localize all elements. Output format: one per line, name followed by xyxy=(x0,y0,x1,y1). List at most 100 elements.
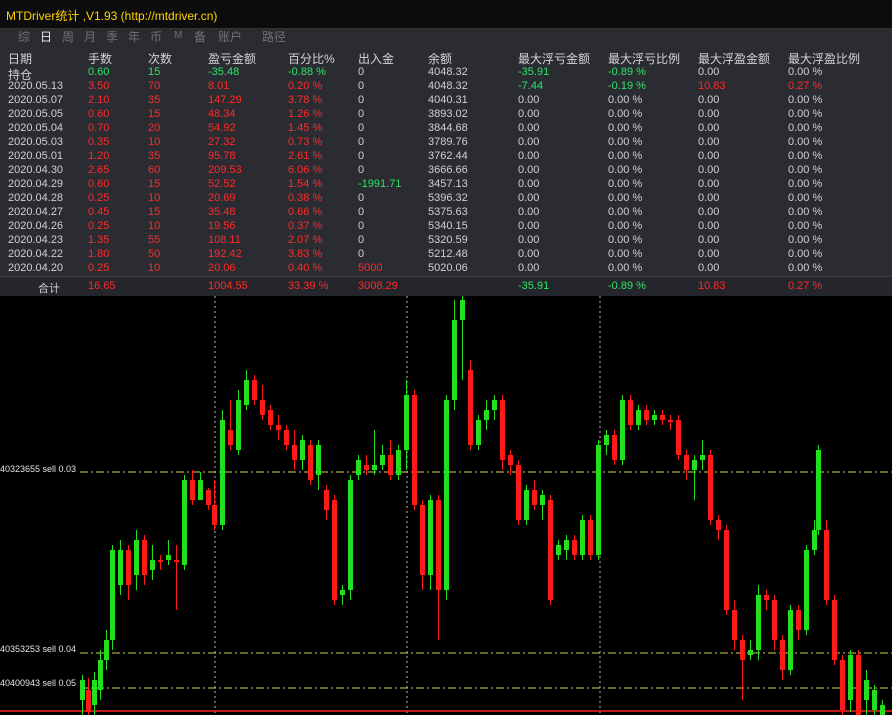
header-flow[interactable]: 出入金 xyxy=(358,50,394,67)
candle-body xyxy=(142,540,147,575)
candle-body xyxy=(86,690,91,712)
header-pct[interactable]: 百分比% xyxy=(288,50,335,67)
row-6-balance: 3762.44 xyxy=(428,150,468,162)
tab-6[interactable]: 币 xyxy=(150,28,162,45)
row-4-pct: 1.45 % xyxy=(288,122,323,134)
row-6-pct: 2.61 % xyxy=(288,150,323,162)
row-9-max-float-gain: 0.00 xyxy=(698,192,720,204)
row-0-max-float-loss-pct: -0.89 % xyxy=(608,66,646,78)
row-8-balance: 3457.13 xyxy=(428,178,468,190)
row-4-max-float-loss-pct: 0.00 % xyxy=(608,122,643,134)
row-11-pct: 0.37 % xyxy=(288,220,323,232)
header-pnl[interactable]: 盈亏金额 xyxy=(208,50,256,67)
row-4-pnl: 54.92 xyxy=(208,122,236,134)
tab-5[interactable]: 年 xyxy=(128,28,140,45)
row-13-max-float-gain: 0.00 xyxy=(698,248,720,260)
candle-body xyxy=(604,435,609,445)
row-3-pnl: 48.34 xyxy=(208,108,236,120)
order-level-label: 40323655 sell 0.03 xyxy=(0,464,77,474)
tab-3[interactable]: 月 xyxy=(84,28,96,45)
candle-body xyxy=(516,465,521,520)
header-max-float-loss[interactable]: 最大浮亏金额 xyxy=(518,50,590,67)
row-14-max-float-loss-pct: 0.00 % xyxy=(608,262,643,274)
candle-body xyxy=(316,445,321,475)
candle-body xyxy=(628,400,633,425)
header-date[interactable]: 日期 xyxy=(8,50,32,67)
row-7-flow: 0 xyxy=(358,164,365,176)
row-2-max-float-gain: 0.00 xyxy=(698,94,720,106)
row-14-balance: 5020.06 xyxy=(428,262,468,274)
row-7-pct: 6.06 % xyxy=(288,164,323,176)
row-3-balance: 3893.02 xyxy=(428,108,468,120)
order-level-label: 40400943 sell 0.05 xyxy=(0,678,77,688)
row-12-max-float-loss: 0.00 xyxy=(518,234,540,246)
row-8-count: 15 xyxy=(148,178,161,190)
candle-body xyxy=(508,455,513,465)
summary-pct: 33.39 % xyxy=(288,280,329,292)
header-max-float-loss-pct[interactable]: 最大浮亏比例 xyxy=(608,50,680,67)
summary-maxloss: -35.91 xyxy=(518,280,550,292)
tab-9[interactable]: 账户 xyxy=(218,28,242,45)
row-9-pct: 0.38 % xyxy=(288,192,323,204)
candle-body xyxy=(284,430,289,445)
tab-7[interactable]: M xyxy=(174,30,182,41)
row-14-pnl: 20.06 xyxy=(208,262,236,274)
candle-body xyxy=(364,465,369,470)
row-9-max-float-gain-pct: 0.00 % xyxy=(788,192,823,204)
row-14-date: 2020.04.20 xyxy=(8,262,64,274)
tab-10[interactable]: 路径 xyxy=(262,28,286,45)
row-1-count: 70 xyxy=(148,80,161,92)
row-10-pnl: 35.48 xyxy=(208,206,236,218)
row-1-pnl: 8.01 xyxy=(208,80,230,92)
candle-body xyxy=(660,415,665,420)
header-max-float-gain-pct[interactable]: 最大浮盈比例 xyxy=(788,50,860,67)
candle-body xyxy=(812,530,817,550)
row-11-date: 2020.04.26 xyxy=(8,220,64,232)
tab-0[interactable]: 综 xyxy=(18,28,30,45)
header-count[interactable]: 次数 xyxy=(148,50,172,67)
tab-4[interactable]: 季 xyxy=(106,28,118,45)
row-12-balance: 5320.59 xyxy=(428,234,468,246)
candle-body xyxy=(174,560,179,562)
row-4-date: 2020.05.04 xyxy=(8,122,64,134)
header-max-float-gain[interactable]: 最大浮盈金额 xyxy=(698,50,770,67)
row-0-flow: 0 xyxy=(358,66,365,78)
candle-body xyxy=(428,500,433,575)
tab-1[interactable]: 日 xyxy=(40,28,52,45)
row-0-max-float-loss: -35.91 xyxy=(518,66,550,78)
candle-body xyxy=(98,660,103,690)
tab-8[interactable]: 备 xyxy=(194,28,206,45)
row-5-max-float-gain: 0.00 xyxy=(698,136,720,148)
candle-body xyxy=(756,595,761,650)
row-6-count: 35 xyxy=(148,150,161,162)
row-7-balance: 3666.66 xyxy=(428,164,468,176)
row-13-max-float-loss: 0.00 xyxy=(518,248,540,260)
summary-maxgain: 10.83 xyxy=(698,280,726,292)
row-1-max-float-gain-pct: 0.27 % xyxy=(788,80,823,92)
tab-bar: 综日周月季年币 M 备账户 路径 xyxy=(0,28,892,46)
row-6-max-float-gain: 0.00 xyxy=(698,150,720,162)
row-14-max-float-loss: 0.00 xyxy=(518,262,540,274)
row-6-lots: 1.20 xyxy=(88,150,110,162)
candle-body xyxy=(500,400,505,460)
candle-body xyxy=(252,380,257,400)
candle-body xyxy=(412,395,417,505)
statistics-panel: MTDriver统计 ,V1.93 (http://mtdriver.cn) 综… xyxy=(0,0,892,296)
header-lots[interactable]: 手数 xyxy=(88,50,112,67)
candle-body xyxy=(460,300,465,320)
candle-body xyxy=(372,465,377,470)
row-10-max-float-loss-pct: 0.00 % xyxy=(608,206,643,218)
candle-body xyxy=(476,420,481,445)
row-14-flow: 5000 xyxy=(358,262,383,274)
row-12-flow: 0 xyxy=(358,234,365,246)
candle-body xyxy=(190,480,195,500)
candle-body xyxy=(452,320,457,400)
row-11-max-float-gain: 0.00 xyxy=(698,220,720,232)
panel-title: MTDriver统计 ,V1.93 (http://mtdriver.cn) xyxy=(6,9,218,23)
candle-body xyxy=(684,455,689,470)
header-balance[interactable]: 余额 xyxy=(428,50,452,67)
row-14-pct: 0.40 % xyxy=(288,262,323,274)
candle-body xyxy=(134,540,139,575)
tab-2[interactable]: 周 xyxy=(62,28,74,45)
summary-maxgainpct: 0.27 % xyxy=(788,280,823,292)
